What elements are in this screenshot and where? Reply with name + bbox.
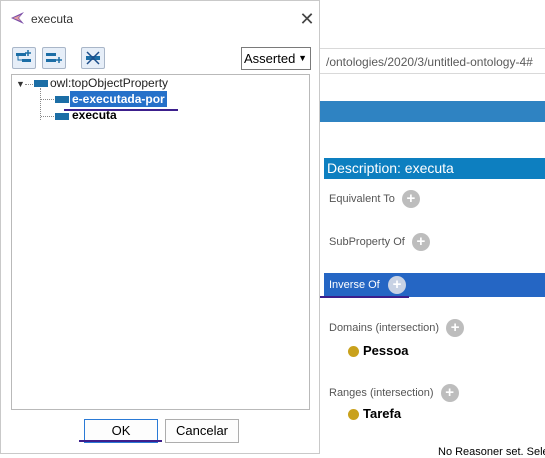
object-property-icon <box>34 80 48 87</box>
equivalent-to-section: Equivalent To + <box>329 190 420 208</box>
ontology-editor-background: /ontologies/2020/3/untitled-ontology-4# … <box>320 0 545 458</box>
dialog-title: executa <box>31 12 74 26</box>
add-sibling-property-button[interactable] <box>42 47 66 69</box>
subproperty-of-section: SubProperty Of + <box>329 233 430 251</box>
class-icon <box>348 346 359 358</box>
status-bar-text: No Reasoner set. Select <box>438 446 545 458</box>
add-domain-icon[interactable]: + <box>446 319 465 337</box>
section-label: Equivalent To <box>329 192 395 205</box>
description-header: Description: executa <box>324 158 545 179</box>
add-subproperty-of-icon[interactable]: + <box>411 233 430 251</box>
expand-triangle-icon[interactable]: ▼ <box>16 76 25 92</box>
section-label: Domains (intersection) <box>329 321 440 334</box>
protege-logo-icon <box>11 12 24 24</box>
domains-section: Domains (intersection) + <box>329 319 465 337</box>
section-label: Inverse Of <box>329 279 380 291</box>
add-sibling-property-icon <box>46 53 62 63</box>
dialog-title-bar: executa ✕ <box>1 1 319 37</box>
tree-root-label[interactable]: owl:topObjectProperty <box>50 76 168 90</box>
annotation-underline <box>320 296 409 298</box>
cancel-button[interactable]: Cancelar <box>165 419 239 443</box>
add-equivalent-icon[interactable]: + <box>401 190 420 208</box>
add-range-icon[interactable]: + <box>440 384 459 402</box>
add-subproperty-icon <box>16 50 31 62</box>
view-select-value: Asserted <box>244 51 296 66</box>
domain-class-item[interactable]: Pessoa <box>348 343 409 358</box>
hierarchy-view-select[interactable]: Asserted ▼ <box>241 47 311 70</box>
section-label: SubProperty Of <box>329 235 405 248</box>
close-icon[interactable]: ✕ <box>297 9 317 29</box>
tree-item-e-executada-por[interactable]: e-executada-por <box>70 91 167 107</box>
ontology-iri-bar: /ontologies/2020/3/untitled-ontology-4# <box>320 48 545 74</box>
tree-connector <box>41 99 54 100</box>
annotation-underline <box>79 440 162 442</box>
delete-property-icon <box>86 51 100 65</box>
chevron-down-icon: ▼ <box>298 53 307 63</box>
tree-item-executa[interactable]: executa <box>72 108 117 122</box>
tree-connector <box>25 84 33 85</box>
selected-frame-strip <box>320 101 545 122</box>
range-class-item[interactable]: Tarefa <box>348 406 401 421</box>
section-label: Ranges (intersection) <box>329 386 434 399</box>
add-subproperty-button[interactable] <box>12 47 36 69</box>
domain-class-label: Pessoa <box>363 343 409 358</box>
ranges-section: Ranges (intersection) + <box>329 384 459 402</box>
range-class-label: Tarefa <box>363 406 402 421</box>
inverse-of-section: Inverse Of + <box>324 273 545 297</box>
add-inverse-of-icon[interactable]: + <box>388 276 406 294</box>
delete-property-button[interactable] <box>81 47 105 69</box>
object-property-icon <box>55 96 69 103</box>
tree-connector <box>41 116 54 117</box>
property-tree[interactable]: ▼ owl:topObjectProperty e-executada-por … <box>11 74 310 410</box>
object-property-icon <box>55 113 69 120</box>
select-property-dialog: executa ✕ Asserted ▼ ▼ owl:topObjectProp… <box>0 0 320 454</box>
class-icon <box>348 409 359 421</box>
